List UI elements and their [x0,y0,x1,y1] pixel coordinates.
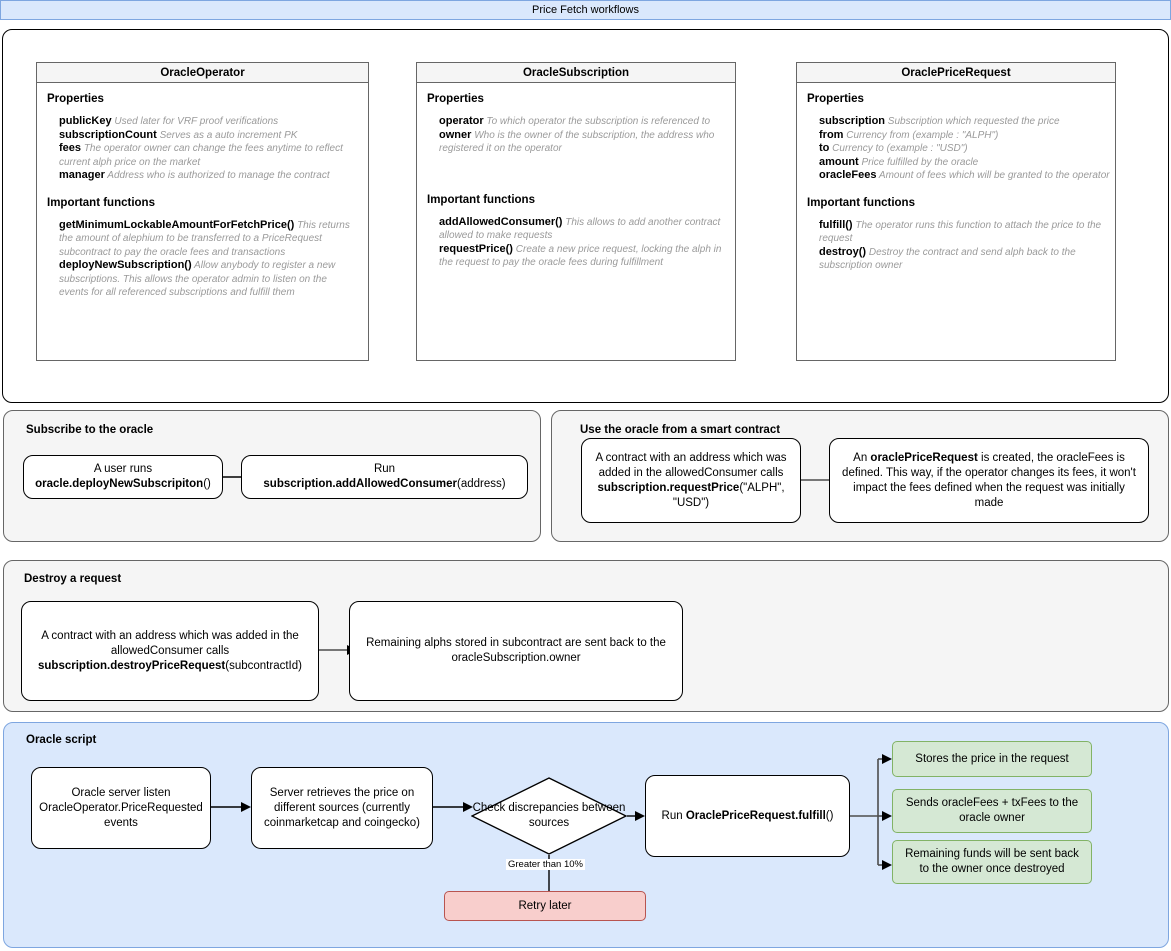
step-call-args: (address) [457,478,506,490]
oracle-step-listen[interactable]: Oracle server listen OracleOperator.Pric… [31,767,211,849]
card-title: OraclePriceRequest [797,63,1115,83]
contract-card-oraclepricerequest: OraclePriceRequest Properties subscripti… [796,62,1116,361]
property-item: publicKey Used later for VRF proof verif… [59,115,279,127]
arrow-listen-to-retrieve [211,802,251,812]
properties-heading: Properties [47,93,104,105]
oracle-retry-later[interactable]: Retry later [444,891,646,921]
step-bold-call: subscription.destroyPriceRequest [38,659,226,672]
property-item: amount Price fulfilled by the oracle [819,155,979,168]
diagram-title: Price Fetch workflows [532,4,639,16]
edge-label-greater-than-10: Greater than 10% [506,859,585,870]
outcome-text: Sends oracleFees + txFees to the oracle … [905,797,1079,824]
property-item: owner Who is the owner of the subscripti… [439,128,715,155]
step-bold-call: subscription.addAllowedConsumer [263,478,458,490]
properties-list: publicKey Used later for VRF proof verif… [47,115,358,183]
step-bold-call: oracle.deployNewSubscripiton [35,478,204,490]
oracle-script-panel-title: Oracle script [26,734,97,746]
step-line-1: A contract with an address which was add… [41,629,299,657]
function-item: fulfill() The operator runs this functio… [819,218,1102,245]
subscribe-step-1[interactable]: A user runs oracle.deployNewSubscripiton… [23,455,223,499]
step-suffix: () [825,809,834,822]
property-item: subscription Subscription which requeste… [819,115,1060,127]
arrow-fulfill-fanout [850,754,892,870]
functions-heading: Important functions [47,196,155,209]
contracts-panel: OracleOperator Properties publicKey Used… [2,29,1169,403]
destroy-step-1[interactable]: A contract with an address which was add… [21,601,319,701]
contract-card-oraclesubscription: OracleSubscription Properties operator T… [416,62,736,361]
card-title: OracleOperator [37,63,368,83]
contract-card-oracleoperator: OracleOperator Properties publicKey Used… [36,62,369,361]
step-call-args: () [203,478,211,490]
property-item: operator To which operator the subscript… [439,115,711,127]
function-item: destroy() Destroy the contract and send … [819,245,1076,272]
outcome-text: Remaining funds will be sent back to the… [905,848,1079,875]
smart-contract-panel-title: Use the oracle from a smart contract [580,424,781,436]
step-text: Server retrieves the price on different … [264,786,420,829]
properties-list: subscription Subscription which requeste… [807,115,1110,183]
function-item: addAllowedConsumer() This allows to add … [439,215,721,242]
oracle-step-fulfill[interactable]: Run OraclePriceRequest.fulfill() [645,775,850,857]
step-prefix: Run [661,809,686,822]
functions-heading: Important functions [427,193,535,206]
oracle-outcome-store-price[interactable]: Stores the price in the request [892,741,1092,777]
function-item: getMinimumLockableAmountForFetchPrice() … [59,218,350,258]
decision-label: Check discrepancies between sources [472,802,626,829]
step-bold-call: OraclePriceRequest.fulfill [685,809,826,822]
outcome-text: Stores the price in the request [915,752,1069,765]
step-bold-call: subscription.requestPrice [597,481,740,494]
step-text: Remaining alphs stored in subcontract ar… [366,637,666,664]
destroy-step-2[interactable]: Remaining alphs stored in subcontract ar… [349,601,683,701]
step-line-2: added in the allowedConsumer calls [598,466,784,479]
smart-contract-step-2[interactable]: An oraclePriceRequest is created, the or… [829,438,1149,523]
function-item: requestPrice() Create a new price reques… [439,242,722,269]
smart-contract-panel: Use the oracle from a smart contract A c… [551,410,1169,542]
subscribe-panel-title: Subscribe to the oracle [26,424,154,436]
functions-list: fulfill() The operator runs this functio… [807,219,1105,273]
properties-heading: Properties [807,93,864,105]
oracle-step-retrieve-price[interactable]: Server retrieves the price on different … [251,767,433,849]
function-item: deployNewSubscription() Allow anybody to… [59,259,336,298]
destroy-panel: Destroy a request A contract with an add… [3,560,1169,712]
oracle-script-panel: Oracle script Oracle server listen Oracl… [3,722,1169,948]
functions-list: getMinimumLockableAmountForFetchPrice() … [47,219,358,300]
step-line-1: Run [373,463,396,475]
property-item: manager Address who is authorized to man… [59,169,330,181]
oracle-outcome-remaining-funds[interactable]: Remaining funds will be sent back to the… [892,840,1092,884]
step-line-1: A contract with an address which was [595,451,787,464]
retry-label: Retry later [518,899,572,912]
step-line-1: A user runs [93,463,153,475]
property-item: fees The operator owner can change the f… [59,142,343,168]
properties-heading: Properties [427,93,484,105]
property-item: from Currency from (example : "ALPH") [819,128,999,141]
step-text: Oracle server listen OracleOperator.Pric… [39,786,203,829]
property-item: to Currency to (example : "USD") [819,142,968,154]
property-item: oracleFees Amount of fees which will be … [819,169,1110,181]
arrow-retrieve-to-decision [433,802,473,812]
step-prefix: An [853,451,871,464]
oracle-decision-check-discrepancies[interactable]: Check discrepancies between sources [471,777,627,855]
step-call-args: (subcontractId) [225,659,302,672]
destroy-panel-title: Destroy a request [24,573,122,585]
functions-heading: Important functions [807,196,915,209]
step-bold-entity: oraclePriceRequest [870,451,978,464]
subscribe-step-2[interactable]: Run subscription.addAllowedConsumer(addr… [241,455,528,499]
card-title: OracleSubscription [417,63,735,83]
smart-contract-step-1[interactable]: A contract with an address which was add… [581,438,801,523]
subscribe-panel: Subscribe to the oracle A user runs orac… [3,410,541,542]
diagram-title-bar: Price Fetch workflows [0,0,1171,20]
properties-list: operator To which operator the subscript… [427,115,725,156]
property-item: subscriptionCount Serves as a auto incre… [59,128,298,141]
oracle-outcome-send-fees[interactable]: Sends oracleFees + txFees to the oracle … [892,789,1092,833]
functions-list: addAllowedConsumer() This allows to add … [427,216,725,270]
diagram-canvas: Price Fetch workflows OracleOperator Pro… [0,0,1171,951]
